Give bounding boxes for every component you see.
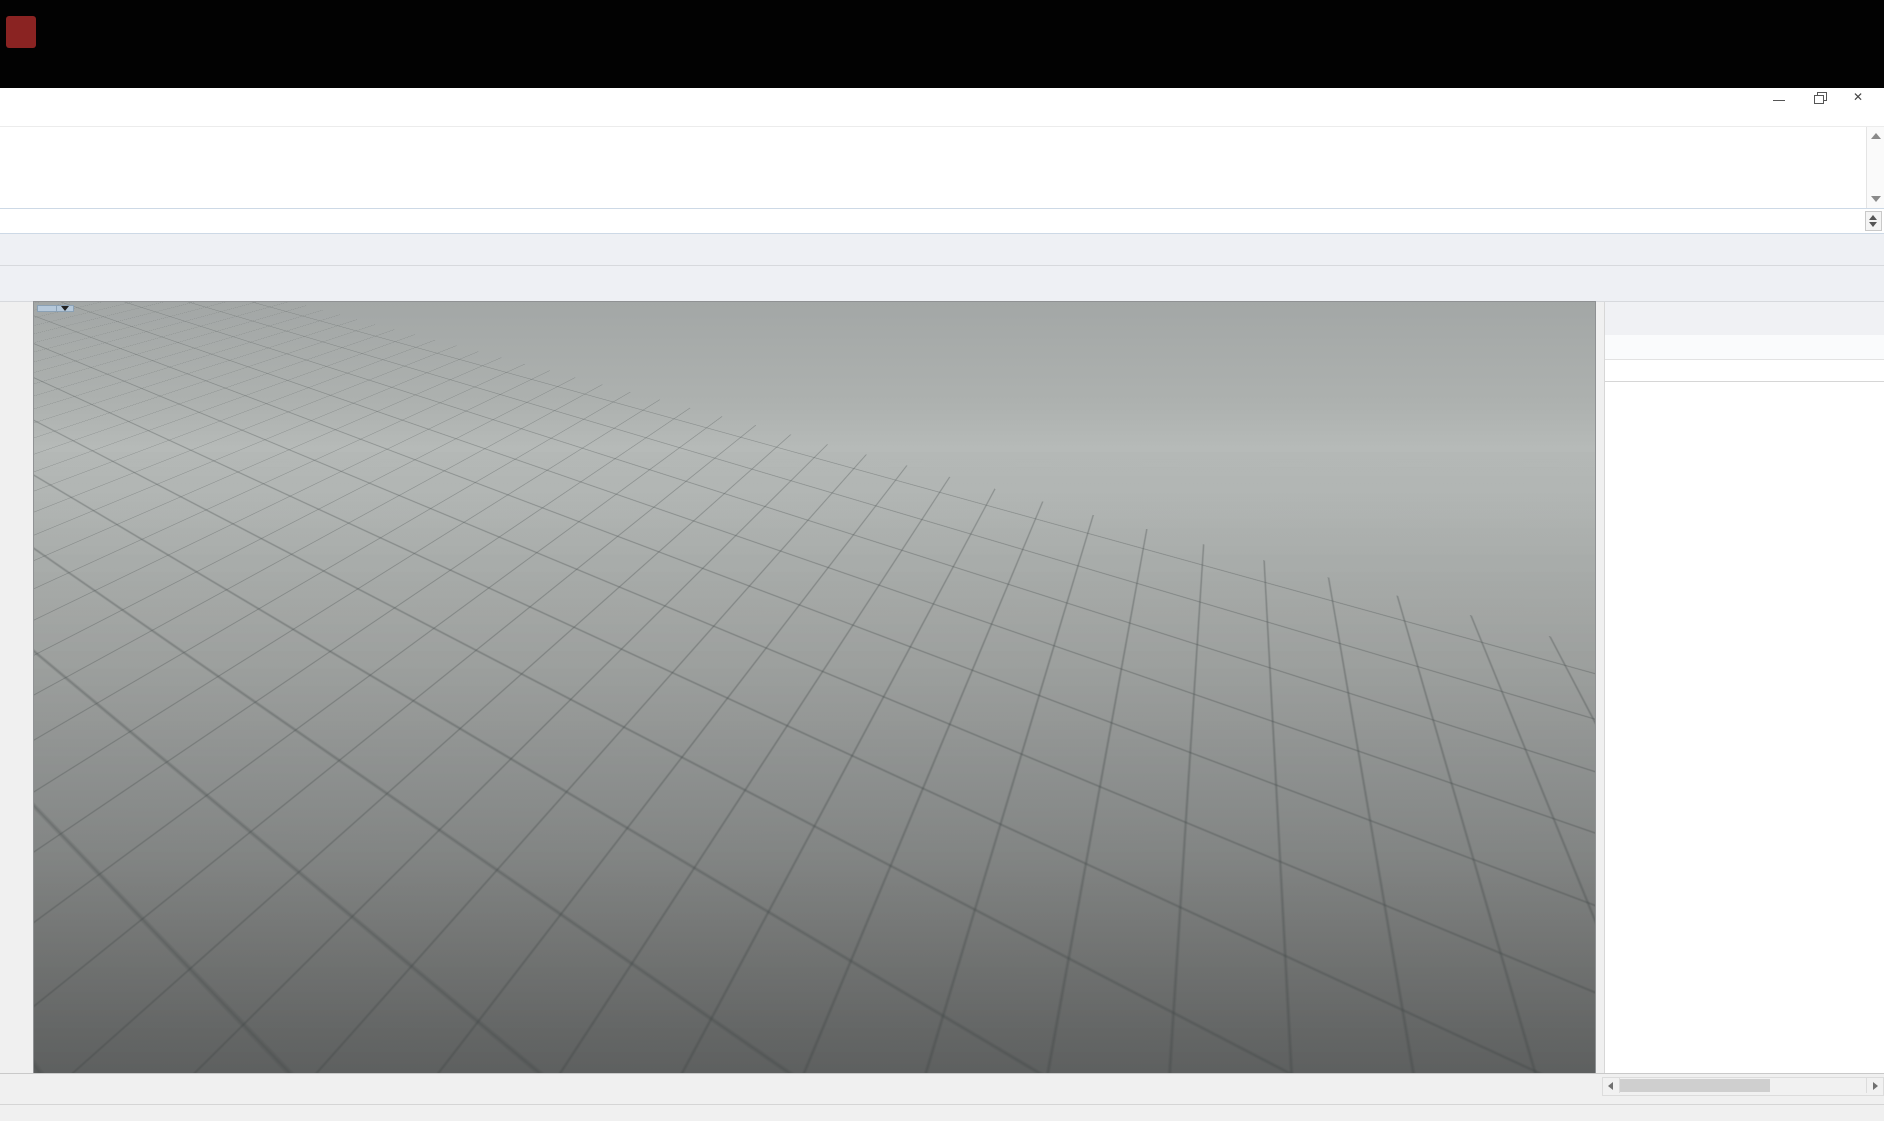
scroll-up-icon[interactable] [1871, 133, 1881, 139]
rendered-scene [34, 302, 1595, 1073]
menu-bar [0, 107, 1884, 126]
panel-tabs [1605, 302, 1884, 335]
layers-panel [1604, 302, 1884, 1073]
viewport-tab-bar [0, 1073, 1884, 1104]
history-scrollbar[interactable] [1866, 127, 1884, 208]
layers-panel-toolbar [1605, 335, 1884, 360]
ribbon-tab-bar [0, 234, 1884, 266]
perspective-viewport[interactable] [34, 302, 1595, 1073]
taskbar-icon-red[interactable] [6, 16, 36, 48]
osnap-toggles [0, 1105, 1884, 1108]
scroll-down-icon[interactable] [1871, 196, 1881, 202]
layers-column-headers [1605, 360, 1884, 382]
scrollbar-thumb[interactable] [1620, 1079, 1770, 1092]
rhino-window [0, 88, 1884, 1121]
panel-gap [1595, 302, 1604, 1073]
layers-list [1605, 382, 1884, 1073]
viewport-title[interactable] [37, 305, 74, 312]
chevron-down-icon[interactable] [56, 306, 73, 311]
title-bar [0, 88, 1884, 107]
scroll-right-icon[interactable] [1866, 1078, 1883, 1093]
main-toolbar [0, 266, 1884, 302]
command-prompt[interactable] [0, 208, 1884, 234]
main-area [0, 302, 1884, 1073]
desktop-black-strip [0, 0, 1884, 88]
tool-sidebar [0, 302, 34, 1073]
viewport-title-label [38, 306, 56, 311]
minimize-button[interactable] [1772, 92, 1786, 104]
scroll-left-icon[interactable] [1603, 1078, 1620, 1093]
panel-horizontal-scrollbar[interactable] [1602, 1077, 1884, 1096]
status-bar [0, 1104, 1884, 1121]
restore-button[interactable] [1812, 92, 1826, 104]
close-button[interactable] [1852, 92, 1866, 104]
command-history [0, 126, 1884, 208]
prompt-spinner[interactable] [1865, 211, 1882, 231]
window-controls [1772, 88, 1866, 107]
screen [0, 0, 1884, 88]
